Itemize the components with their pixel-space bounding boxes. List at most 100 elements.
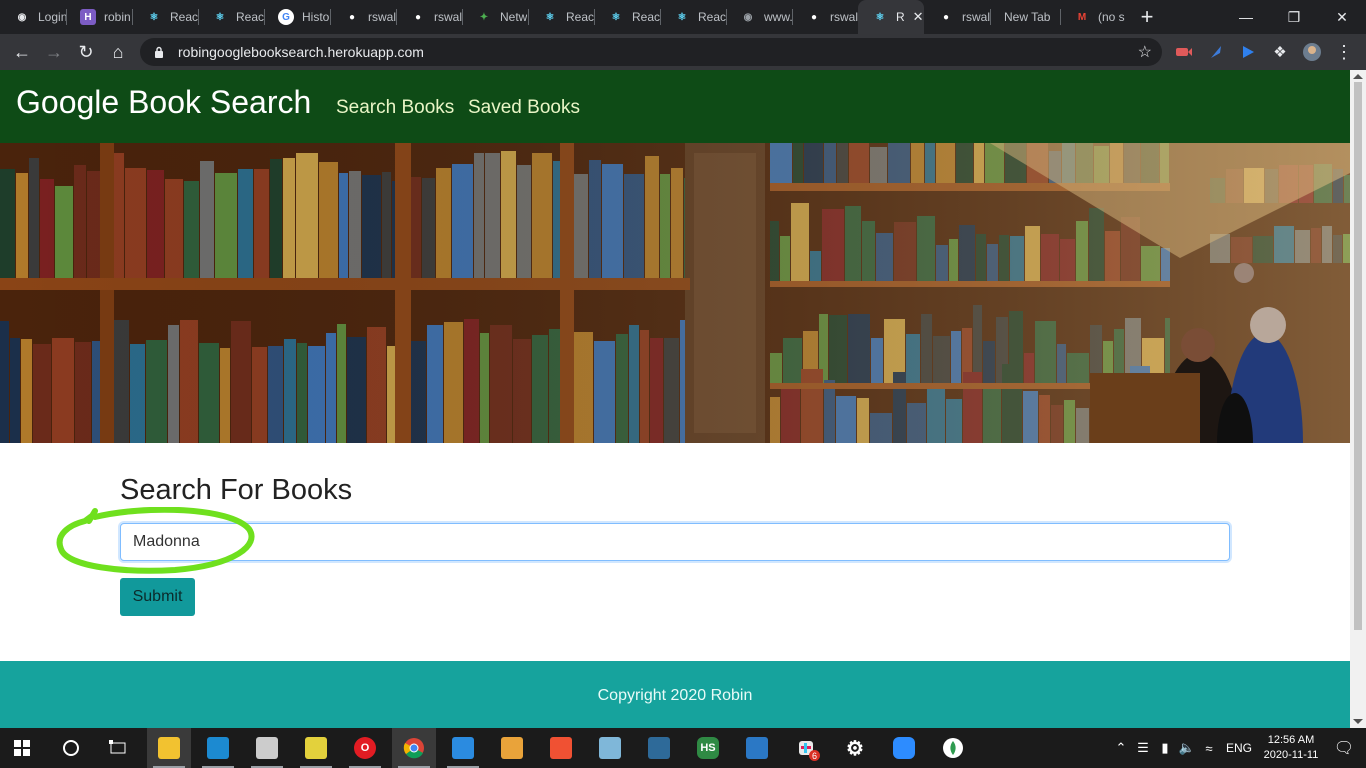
browser-tab[interactable]: ⚛ React xyxy=(594,0,660,34)
snip-icon xyxy=(256,737,278,759)
browser-tab[interactable]: ⚛ React xyxy=(660,0,726,34)
maximize-icon[interactable]: ❐ xyxy=(1270,0,1318,34)
new-tab-button[interactable]: + xyxy=(1130,0,1164,34)
paint-icon xyxy=(501,737,523,759)
browser-tab[interactable]: G Histo xyxy=(264,0,330,34)
browser-tab[interactable]: ◉ Login xyxy=(0,0,66,34)
browser-tab[interactable]: ⚛ R ✕ xyxy=(858,0,924,34)
wifi-icon[interactable]: ≈ xyxy=(1198,741,1220,756)
stack-icon xyxy=(599,737,621,759)
taskbar-snip[interactable] xyxy=(245,728,289,768)
browser-tab[interactable]: ● rswal xyxy=(330,0,396,34)
react-icon: ⚛ xyxy=(215,11,225,23)
github-icon: ● xyxy=(348,11,356,23)
minimize-icon[interactable]: — xyxy=(1222,0,1270,34)
nav-saved-books-link[interactable]: Saved Books xyxy=(468,97,580,119)
taskbar-zoom[interactable] xyxy=(882,728,926,768)
browser-tab[interactable]: ● rswal xyxy=(396,0,462,34)
vscode-icon xyxy=(452,737,474,759)
taskbar-stack[interactable] xyxy=(588,728,632,768)
url-text: robingooglebooksearch.herokuapp.com xyxy=(178,44,424,60)
hs-icon: HS xyxy=(697,737,719,759)
home-icon[interactable]: ⌂ xyxy=(102,36,134,68)
taskbar-opera[interactable]: O xyxy=(343,728,387,768)
browser-tab-label: React xyxy=(698,10,726,24)
taskbar-vscode[interactable] xyxy=(441,728,485,768)
taskbar-movie[interactable] xyxy=(735,728,779,768)
address-bar[interactable]: robingooglebooksearch.herokuapp.com ☆ xyxy=(140,38,1162,66)
settings-icon: ⚙ xyxy=(846,737,864,760)
scroll-up-icon[interactable] xyxy=(1353,74,1363,79)
taskbar-sticky-notes[interactable] xyxy=(294,728,338,768)
slack-badge: 6 xyxy=(809,750,820,761)
site-navbar: Google Book Search Search Books Saved Bo… xyxy=(0,70,1350,143)
browser-tab-label: rswal xyxy=(962,10,990,24)
taskbar-git[interactable] xyxy=(539,728,583,768)
extension-feather-icon[interactable] xyxy=(1200,38,1232,66)
reload-icon[interactable]: ↻ xyxy=(70,36,102,68)
search-icon xyxy=(60,737,82,759)
taskbar-mysql[interactable] xyxy=(637,728,681,768)
tray-chevron-icon[interactable]: ⌃ xyxy=(1110,740,1132,756)
submit-button[interactable]: Submit xyxy=(120,578,195,616)
taskbar-task-view[interactable] xyxy=(96,728,140,768)
windows-taskbar: O HS 6 ⚙ ⌃ ☰ ▮ 🔈 ≈ ENG 12:56 AM 2020-11-11 … xyxy=(0,728,1366,768)
taskbar-mongodb[interactable] xyxy=(931,728,975,768)
notifications-icon[interactable]: 🗨 xyxy=(1322,738,1366,758)
mongodb-leaf-icon: ✦ xyxy=(479,11,489,23)
movie-icon xyxy=(746,737,768,759)
browser-tab-strip: ◉LoginHrobin⚛React⚛ReactGHisto●rswal●rsw… xyxy=(0,0,1366,34)
scroll-down-icon[interactable] xyxy=(1353,719,1363,724)
browser-tab[interactable]: Hrobin xyxy=(66,0,132,34)
brand-logo-link[interactable]: Google Book Search xyxy=(16,84,311,121)
volume-icon[interactable]: 🔈 xyxy=(1176,740,1198,756)
browser-tab-label: Login xyxy=(38,10,66,24)
lock-icon[interactable] xyxy=(152,46,166,58)
tray-network-icon[interactable]: ☰ xyxy=(1132,740,1154,756)
browser-tab[interactable]: ⚛ React xyxy=(132,0,198,34)
book-search-input[interactable] xyxy=(120,523,1230,561)
browser-tab-label: React xyxy=(566,10,594,24)
extension-play-icon[interactable] xyxy=(1232,38,1264,66)
extension-red-icon[interactable] xyxy=(1168,38,1200,66)
taskbar-search[interactable] xyxy=(49,728,93,768)
browser-tab[interactable]: M (no s xyxy=(1060,0,1126,34)
taskbar-file-explorer[interactable] xyxy=(147,728,191,768)
language-indicator[interactable]: ENG xyxy=(1226,741,1252,755)
nav-search-books-link[interactable]: Search Books xyxy=(336,97,454,119)
bookmark-star-icon[interactable]: ☆ xyxy=(1138,42,1152,62)
browser-tab-label: www. xyxy=(764,10,792,24)
taskbar-paint[interactable] xyxy=(490,728,534,768)
profile-avatar[interactable] xyxy=(1296,38,1328,66)
browser-tab[interactable]: ⚛ React xyxy=(528,0,594,34)
taskbar-start[interactable] xyxy=(0,728,44,768)
menu-kebab-icon[interactable]: ⋮ xyxy=(1328,38,1360,66)
tab-close-icon[interactable]: ✕ xyxy=(913,9,924,25)
mongodb-icon xyxy=(942,737,964,759)
battery-icon[interactable]: ▮ xyxy=(1154,740,1176,756)
taskbar-clock[interactable]: 12:56 AM 2020-11-11 xyxy=(1260,733,1322,763)
forward-icon[interactable]: → xyxy=(38,36,70,68)
browser-tab[interactable]: ● rswal xyxy=(924,0,990,34)
scrollbar-thumb[interactable] xyxy=(1354,82,1362,630)
browser-tab-label: rswal xyxy=(830,10,858,24)
browser-tab[interactable]: New Tab xyxy=(990,0,1060,34)
taskbar-settings[interactable]: ⚙ xyxy=(833,728,877,768)
browser-tab[interactable]: ◉ www. xyxy=(726,0,792,34)
back-icon[interactable]: ← xyxy=(6,36,38,68)
browser-tab[interactable]: ● rswal xyxy=(792,0,858,34)
browser-tab[interactable]: ⚛ React xyxy=(198,0,264,34)
page-scrollbar[interactable] xyxy=(1350,70,1366,728)
browser-tab[interactable]: ✦ Netw xyxy=(462,0,528,34)
taskbar-edge[interactable] xyxy=(196,728,240,768)
taskbar-chrome[interactable] xyxy=(392,728,436,768)
globe-icon: ◉ xyxy=(743,11,753,23)
library-banner-image xyxy=(0,143,1350,443)
react-icon: ⚛ xyxy=(611,11,621,23)
puzzle-extensions-icon[interactable]: ❖ xyxy=(1264,38,1296,66)
taskbar-slack[interactable]: 6 xyxy=(784,728,828,768)
close-window-icon[interactable]: ✕ xyxy=(1318,0,1366,34)
mysql-icon xyxy=(648,737,670,759)
browser-tab-label: rswal xyxy=(368,10,396,24)
taskbar-hs[interactable]: HS xyxy=(686,728,730,768)
